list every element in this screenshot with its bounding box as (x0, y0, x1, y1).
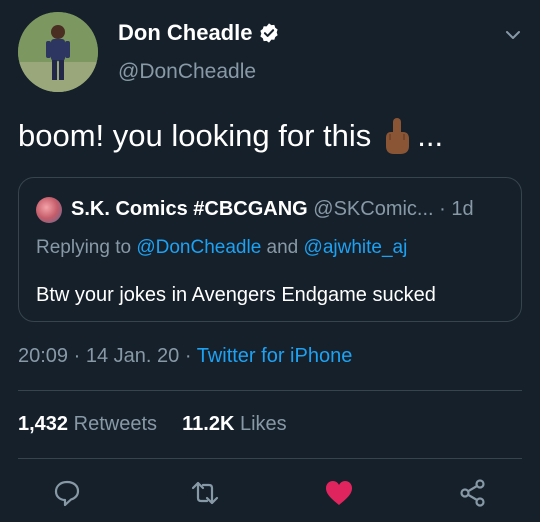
author-avatar[interactable] (18, 12, 98, 92)
author-handle[interactable]: @DonCheadle (118, 60, 256, 84)
reply-mention-1: @DonCheadle (136, 237, 262, 258)
divider-top (18, 390, 522, 391)
quoted-tweet-text: Btw your jokes in Avengers Endgame sucke… (36, 284, 436, 306)
quoted-time: 1d (451, 198, 474, 220)
tweet-text-main: boom! you looking for this (18, 118, 372, 153)
replying-to-prefix: Replying to (36, 237, 137, 258)
retweets-label: Retweets (73, 413, 157, 435)
meta-separator-2: · (184, 345, 197, 367)
quoted-time-separator: · (439, 198, 452, 220)
quoted-tweet-card[interactable]: S.K. Comics #CBCGANG @SKComic... · 1d Re… (18, 177, 522, 322)
likes-stat[interactable]: 11.2K Likes (182, 413, 287, 435)
author-name-row[interactable]: Don Cheadle (118, 20, 280, 46)
likes-label: Likes (239, 413, 287, 435)
author-display-name[interactable]: Don Cheadle (118, 20, 252, 46)
reply-mention-2: @ajwhite_aj (303, 237, 408, 258)
retweets-stat[interactable]: 1,432 Retweets (18, 413, 163, 435)
tweet-text: boom! you looking for this ... (18, 116, 443, 156)
quoted-author-avatar (36, 197, 62, 223)
reply-icon[interactable] (52, 478, 82, 508)
divider-bottom (18, 458, 522, 459)
retweets-count: 1,432 (18, 413, 69, 435)
tweet-date: 14 Jan. 20 (85, 345, 180, 367)
tweet-meta: 20:09 · 14 Jan. 20 · Twitter for iPhone (18, 345, 352, 368)
tweet-text-ellipsis: ... (417, 118, 444, 153)
replying-to-line: Replying to @DonCheadle and @ajwhite_aj (36, 237, 407, 259)
chevron-down-icon[interactable] (504, 26, 522, 44)
middle-finger-emoji-icon (381, 116, 413, 156)
quoted-tweet-header: S.K. Comics #CBCGANG @SKComic... · 1d (71, 198, 474, 221)
likes-count: 11.2K (182, 413, 235, 435)
tweet-source-link[interactable]: Twitter for iPhone (197, 345, 353, 367)
like-icon[interactable] (324, 478, 354, 508)
retweet-icon[interactable] (190, 478, 220, 508)
reply-and: and (266, 237, 304, 258)
tweet-actions (0, 474, 540, 514)
share-icon[interactable] (458, 478, 488, 508)
quoted-display-name: S.K. Comics #CBCGANG (71, 198, 308, 220)
verified-badge-icon (258, 22, 280, 44)
tweet-time: 20:09 (18, 345, 69, 367)
quoted-handle: @SKComic... (313, 198, 434, 220)
tweet-stats: 1,432 Retweets 11.2K Likes (18, 413, 287, 436)
meta-separator-1: · (73, 345, 86, 367)
